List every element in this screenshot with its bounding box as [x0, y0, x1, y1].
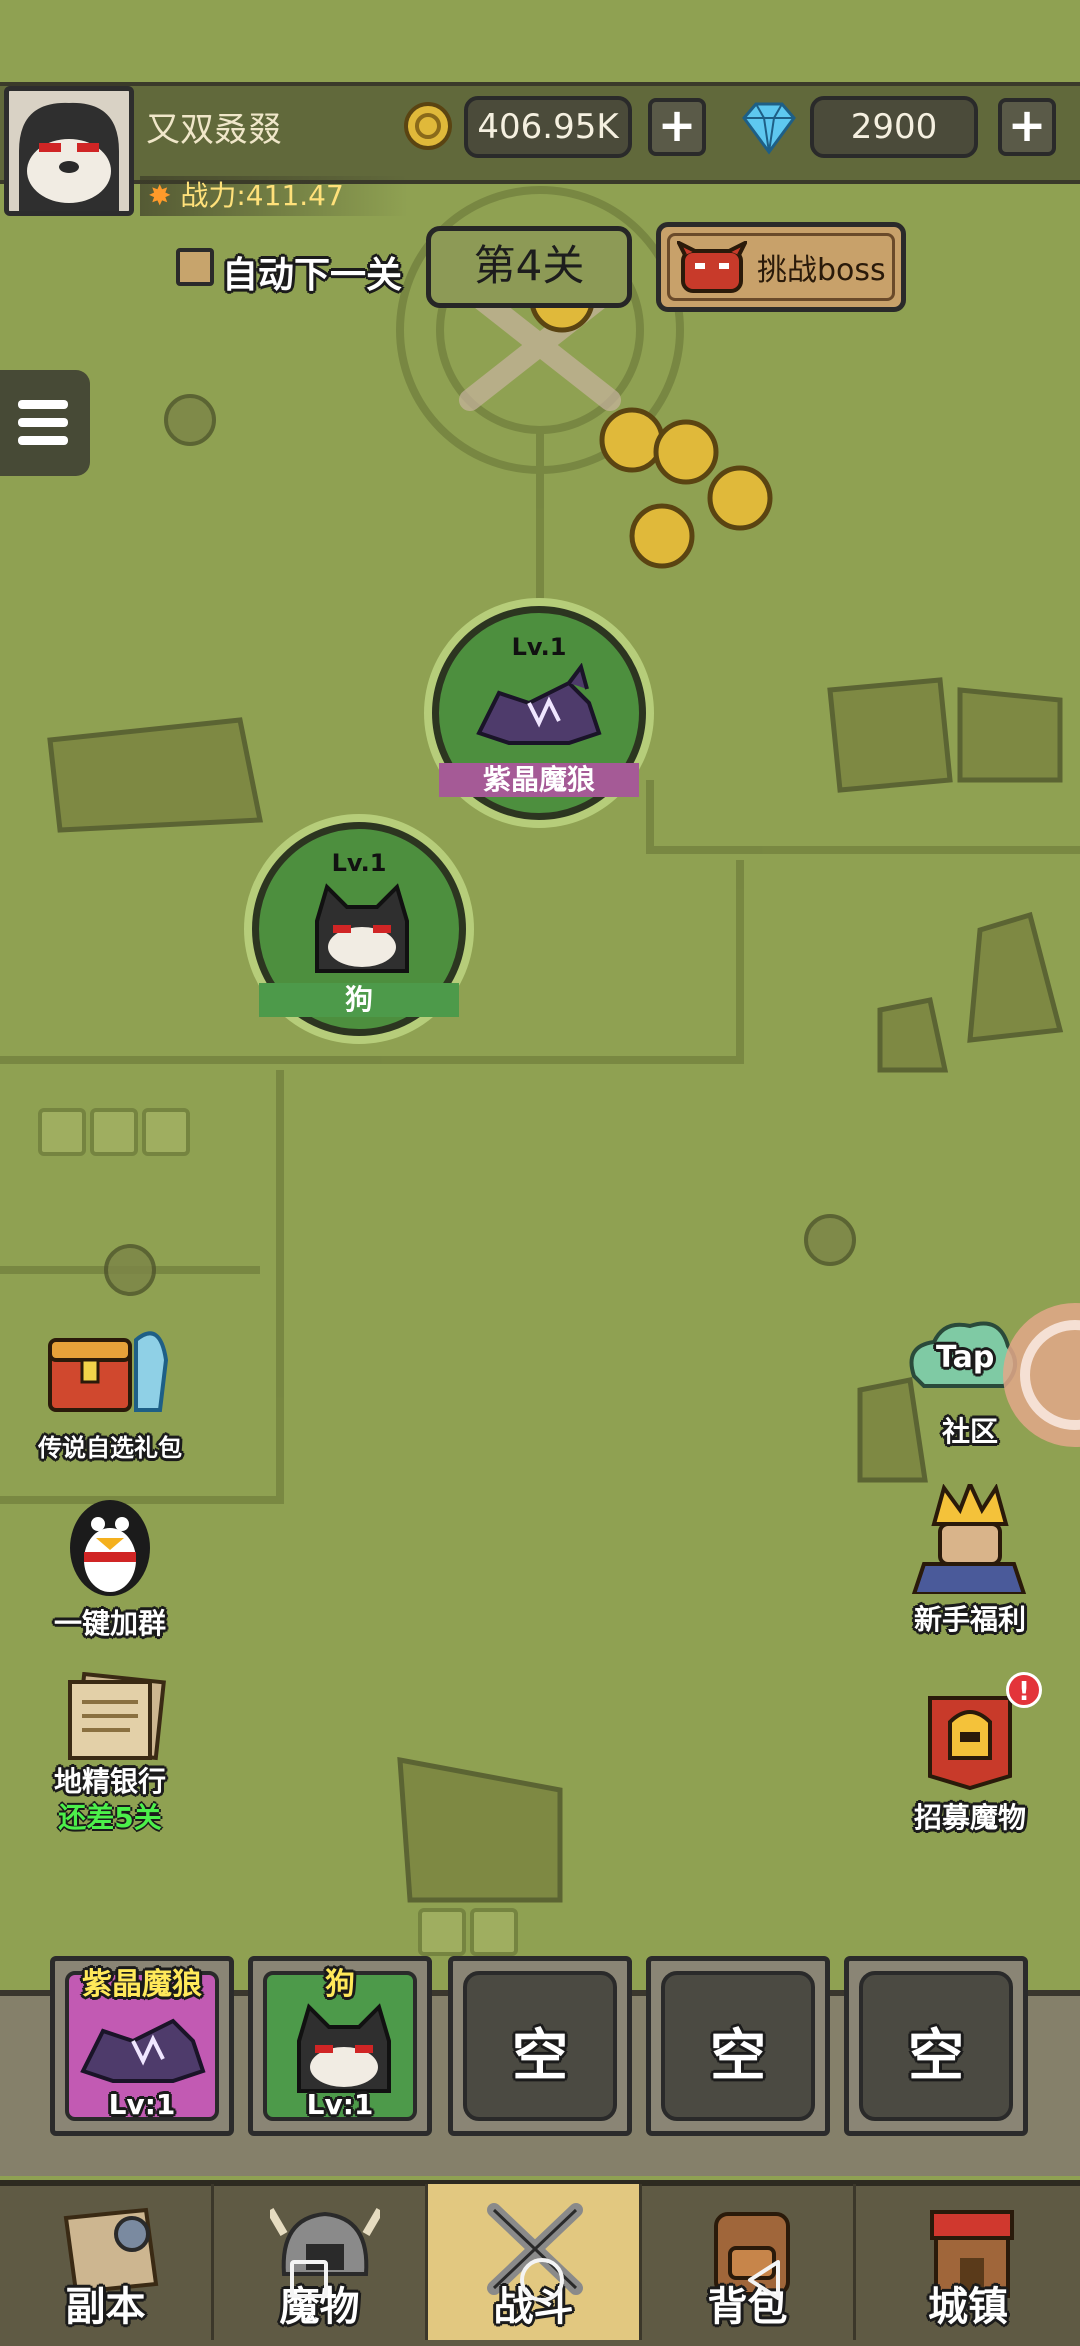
- stage-indicator: 第4关: [426, 226, 632, 308]
- empty-slot-label: 空: [710, 2024, 766, 2089]
- team-slot-wolf[interactable]: 紫晶魔狼 Lv:1: [50, 1956, 234, 2136]
- combat-power: ✸ 战力:411.47: [140, 176, 408, 216]
- boss-button-label: 挑战boss: [757, 253, 886, 288]
- monster-name: 紫晶魔狼: [439, 763, 639, 797]
- hamburger-icon: [18, 418, 68, 427]
- goblin-bank-button[interactable]: 地精银行 还差5关: [20, 1672, 200, 1834]
- gold-amount: 406.95K: [464, 96, 632, 158]
- purple-wolf-icon: [476, 663, 602, 745]
- map-monster-wolf[interactable]: Lv.1 紫晶魔狼: [432, 606, 646, 820]
- dog-avatar-icon: [9, 91, 129, 211]
- black-dog-icon: [315, 883, 409, 973]
- treasure-chest-icon: [48, 1331, 169, 1412]
- goblin-bank-progress: 还差5关: [58, 1801, 162, 1834]
- home-icon[interactable]: [520, 2258, 564, 2302]
- player-avatar[interactable]: [4, 86, 134, 216]
- recent-apps-icon[interactable]: [290, 2260, 328, 2298]
- combat-power-label: 战力:411.47: [180, 179, 344, 212]
- team-slot-empty[interactable]: 空: [844, 1956, 1028, 2136]
- challenge-boss-button[interactable]: 挑战boss: [656, 222, 906, 312]
- back-icon[interactable]: [744, 2258, 788, 2302]
- join-group-label: 一键加群: [53, 1607, 166, 1640]
- alert-badge: !: [1006, 1672, 1042, 1708]
- join-group-button[interactable]: 一键加群: [20, 1490, 200, 1640]
- king-character-icon: [911, 1484, 1027, 1594]
- diamond-icon: [742, 102, 796, 155]
- black-dog-icon: [297, 2003, 391, 2093]
- goblin-bank-label: 地精银行: [53, 1765, 166, 1798]
- recruit-monster-label: 招募魔物: [913, 1801, 1026, 1834]
- gold-coin-icon: [404, 102, 452, 150]
- hamburger-icon: [18, 400, 68, 409]
- slot-monster-level: Lv:1: [108, 2088, 176, 2121]
- documents-icon: [68, 1672, 166, 1761]
- newbie-welfare-label: 新手福利: [913, 1603, 1026, 1636]
- banner-helmet-icon: [928, 1696, 1012, 1791]
- power-icon: ✸: [148, 179, 172, 212]
- add-gold-button[interactable]: +: [648, 98, 706, 156]
- hamburger-icon: [18, 436, 68, 445]
- team-slot-empty[interactable]: 空: [448, 1956, 632, 2136]
- nav-dungeon[interactable]: 副本: [0, 2184, 214, 2340]
- empty-slot-label: 空: [908, 2024, 964, 2089]
- empty-slot-label: 空: [512, 2024, 568, 2089]
- tap-badge: Tap: [936, 1340, 995, 1375]
- purple-wolf-icon: [80, 2018, 206, 2083]
- auto-next-label: 自动下一关: [222, 255, 403, 296]
- add-gems-button[interactable]: +: [998, 98, 1056, 156]
- nav-label: 城镇: [928, 2284, 1008, 2330]
- slot-monster-level: Lv:1: [306, 2088, 374, 2121]
- boss-demon-icon: [677, 241, 747, 293]
- team-slot-empty[interactable]: 空: [646, 1956, 830, 2136]
- gem-amount: 2900: [810, 96, 978, 158]
- team-slot-dog[interactable]: 狗 Lv:1: [248, 1956, 432, 2136]
- monster-level: Lv.1: [511, 633, 567, 661]
- nav-town[interactable]: 城镇: [856, 2184, 1080, 2340]
- slot-monster-name: 紫晶魔狼: [82, 1967, 202, 2002]
- map-monster-dog[interactable]: Lv.1 狗: [252, 822, 466, 1036]
- slot-monster-name: 狗: [325, 1967, 355, 2002]
- legend-gift-pack-button[interactable]: 传说自选礼包: [20, 1320, 200, 1462]
- floating-video-button[interactable]: [1000, 1300, 1080, 1450]
- auto-next-checkbox[interactable]: [176, 248, 214, 286]
- recruit-monster-button[interactable]: ! 招募魔物: [890, 1672, 1050, 1842]
- newbie-welfare-button[interactable]: 新手福利: [890, 1484, 1050, 1644]
- player-name: 又双叒叕: [146, 110, 282, 150]
- system-nav-bar: [290, 2258, 790, 2308]
- penguin-icon: [70, 1500, 150, 1596]
- monster-name: 狗: [259, 983, 459, 1017]
- legend-gift-pack-label: 传说自选礼包: [38, 1434, 182, 1462]
- monster-level: Lv.1: [331, 849, 387, 877]
- nav-label: 副本: [65, 2284, 146, 2330]
- menu-button[interactable]: [0, 370, 90, 476]
